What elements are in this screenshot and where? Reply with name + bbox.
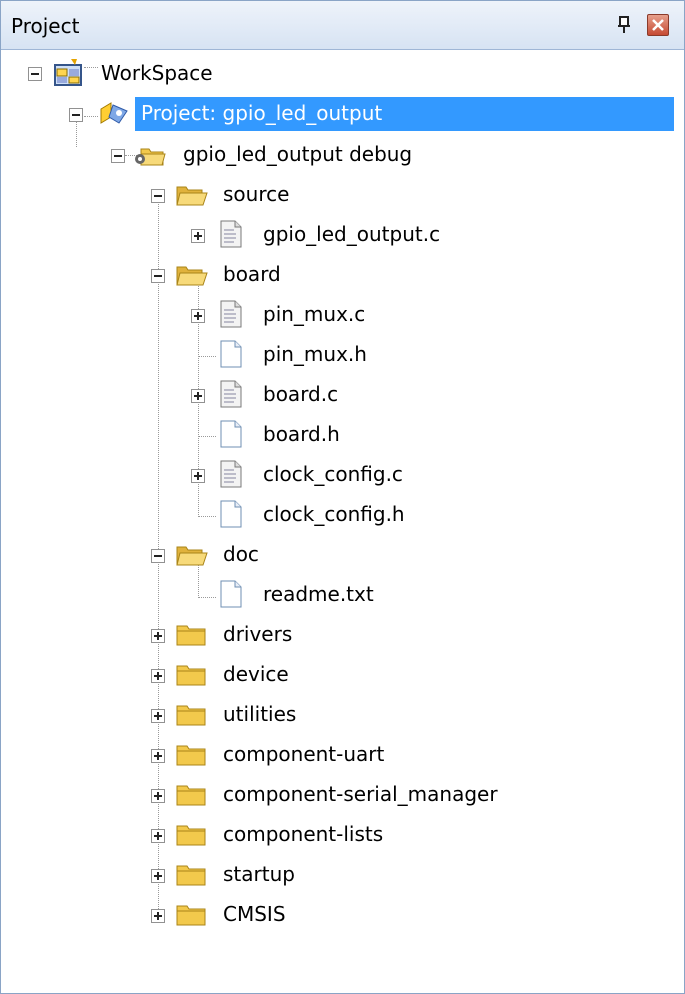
tree-item-target[interactable]: gpio_led_output debug: [1, 137, 684, 171]
expand-toggle[interactable]: [191, 469, 205, 483]
tree-label: gpio_led_output.c: [263, 222, 441, 246]
expand-toggle[interactable]: [151, 709, 165, 723]
c-file-icon: [220, 460, 242, 488]
tree-label: clock_config.h: [263, 502, 405, 526]
tree-item-file[interactable]: pin_mux.h: [1, 337, 684, 371]
project-icon: [100, 102, 128, 124]
c-file-icon: [220, 220, 242, 248]
tree-item-file[interactable]: gpio_led_output.c: [1, 217, 684, 251]
folder-icon: [176, 625, 206, 646]
tree-item-folder-board[interactable]: board: [1, 257, 684, 291]
tree-label: readme.txt: [263, 582, 374, 606]
folder-icon: [176, 825, 206, 846]
tree-item-file[interactable]: board.h: [1, 417, 684, 451]
tree-label: component-lists: [223, 822, 384, 846]
tree-item-project[interactable]: Project: gpio_led_output: [1, 97, 684, 131]
expand-toggle[interactable]: [151, 829, 165, 843]
tree-item-folder[interactable]: startup: [1, 857, 684, 891]
folder-icon: [176, 785, 206, 806]
tree-label: gpio_led_output debug: [183, 142, 413, 166]
tree-item-folder[interactable]: device: [1, 657, 684, 691]
tree-label: CMSIS: [223, 902, 286, 926]
close-button[interactable]: [647, 14, 669, 36]
close-icon: [652, 19, 664, 31]
expand-toggle[interactable]: [191, 309, 205, 323]
text-file-icon: [220, 580, 242, 608]
tree-label: component-serial_manager: [223, 782, 498, 806]
tree-item-folder[interactable]: component-lists: [1, 817, 684, 851]
panel-title: Project: [11, 14, 80, 38]
folder-open-icon: [176, 186, 208, 206]
expand-toggle[interactable]: [151, 869, 165, 883]
tree-item-folder[interactable]: drivers: [1, 617, 684, 651]
h-file-icon: [220, 420, 242, 448]
tree-label: utilities: [223, 702, 297, 726]
tree-label: component-uart: [223, 742, 385, 766]
folder-open-icon: [176, 266, 208, 286]
c-file-icon: [220, 300, 242, 328]
expand-toggle[interactable]: [191, 389, 205, 403]
project-tree: WorkSpace Project: gpio_led_output gpio_…: [1, 49, 684, 989]
collapse-toggle[interactable]: [28, 67, 42, 81]
folder-open-icon: [176, 546, 208, 566]
h-file-icon: [220, 500, 242, 528]
expand-toggle[interactable]: [151, 629, 165, 643]
expand-toggle[interactable]: [151, 669, 165, 683]
folder-icon: [176, 865, 206, 886]
folder-icon: [176, 665, 206, 686]
collapse-toggle[interactable]: [151, 269, 165, 283]
collapse-toggle[interactable]: [151, 549, 165, 563]
folder-icon: [176, 905, 206, 926]
tree-label: pin_mux.h: [263, 342, 367, 366]
panel-titlebar: Project: [1, 1, 684, 50]
tree-item-folder-doc[interactable]: doc: [1, 537, 684, 571]
folder-icon: [176, 745, 206, 766]
tree-item-folder[interactable]: utilities: [1, 697, 684, 731]
tree-item-folder[interactable]: component-serial_manager: [1, 777, 684, 811]
tree-item-file[interactable]: readme.txt: [1, 577, 684, 611]
tree-item-file[interactable]: board.c: [1, 377, 684, 411]
tree-item-file[interactable]: clock_config.c: [1, 457, 684, 491]
tree-label-selected: Project: gpio_led_output: [135, 97, 674, 131]
expand-toggle[interactable]: [151, 789, 165, 803]
tree-label: device: [223, 662, 289, 686]
c-file-icon: [220, 380, 242, 408]
tree-label: clock_config.c: [263, 462, 403, 486]
tree-label: doc: [223, 542, 259, 566]
expand-toggle[interactable]: [151, 749, 165, 763]
collapse-toggle[interactable]: [69, 108, 83, 122]
tree-label: drivers: [223, 622, 293, 646]
tree-label: board: [223, 262, 281, 286]
tree-item-folder-source[interactable]: source: [1, 177, 684, 211]
workspace-icon: [54, 59, 82, 86]
project-panel: Project WorkSpace Project: gpio_led_outp…: [0, 0, 685, 994]
tree-item-workspace[interactable]: WorkSpace: [1, 57, 684, 91]
folder-icon: [176, 705, 206, 726]
tree-item-folder[interactable]: CMSIS: [1, 897, 684, 931]
target-folder-icon: [135, 148, 166, 166]
tree-item-folder[interactable]: component-uart: [1, 737, 684, 771]
tree-item-file[interactable]: pin_mux.c: [1, 297, 684, 331]
tree-label: WorkSpace: [101, 61, 213, 85]
tree-label: startup: [223, 862, 295, 886]
pin-icon[interactable]: [615, 15, 633, 35]
expand-toggle[interactable]: [151, 909, 165, 923]
collapse-toggle[interactable]: [151, 189, 165, 203]
expand-toggle[interactable]: [191, 229, 205, 243]
tree-label: source: [223, 182, 290, 206]
tree-label: board.c: [263, 382, 339, 406]
tree-item-file[interactable]: clock_config.h: [1, 497, 684, 531]
tree-label: pin_mux.c: [263, 302, 366, 326]
h-file-icon: [220, 340, 242, 368]
tree-label: board.h: [263, 422, 340, 446]
collapse-toggle[interactable]: [111, 149, 125, 163]
